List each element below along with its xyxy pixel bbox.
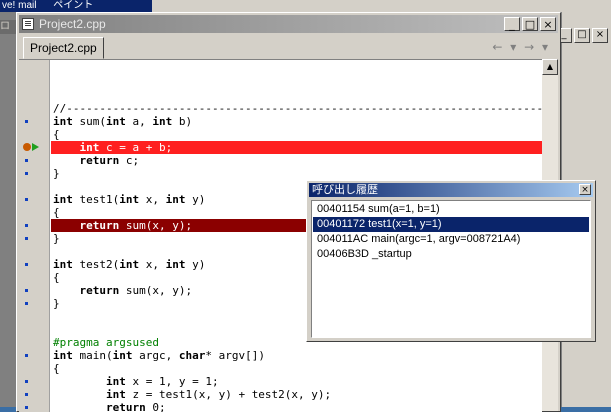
window-title: Project2.cpp — [39, 17, 106, 31]
code-line[interactable]: int x = 1, y = 1; — [51, 375, 542, 388]
keyword: int — [119, 258, 140, 271]
call-stack-frame[interactable]: 00401154 sum(a=1, b=1) — [313, 202, 589, 217]
keyword: char — [178, 349, 206, 362]
executable-line-dot-icon[interactable] — [25, 224, 28, 227]
minimize-button[interactable]: _ — [504, 17, 520, 31]
background-menu: ve! mail ペイント — [0, 0, 152, 12]
maximize-button[interactable]: □ — [522, 17, 538, 31]
executable-line-dot-icon[interactable] — [25, 380, 28, 383]
close-button[interactable]: × — [540, 17, 556, 31]
code-line[interactable]: } — [51, 167, 542, 180]
editor-gutter[interactable] — [19, 60, 50, 412]
executable-line-dot-icon[interactable] — [25, 289, 28, 292]
call-stack-list[interactable]: 00401154 sum(a=1, b=1) 00401172 test1(x=… — [311, 200, 591, 338]
keyword: int — [79, 141, 100, 154]
call-stack-titlebar[interactable]: 呼び出し履歴 × — [309, 183, 593, 197]
call-stack-frame[interactable]: 00406B3D _startup — [313, 247, 589, 262]
background-menu-item[interactable]: ve! mail — [2, 0, 36, 11]
executable-line-dot-icon[interactable] — [25, 263, 28, 266]
keyword: int — [53, 115, 73, 128]
keyword: int — [165, 193, 186, 206]
code-line[interactable]: //--------------------------------------… — [51, 102, 542, 115]
background-close-button[interactable]: × — [592, 28, 608, 43]
navigation-arrows[interactable]: ← ▾ → ▾ — [492, 40, 550, 54]
code-line[interactable]: { — [51, 362, 542, 375]
background-window-left — [0, 12, 16, 407]
scroll-up-button[interactable]: ▲ — [542, 59, 558, 75]
call-stack-close-button[interactable]: × — [579, 184, 591, 195]
keyword: int — [105, 388, 126, 401]
call-stack-frame[interactable]: 004011AC main(argc=1, argv=008721A4) — [313, 232, 589, 247]
keyword: int — [106, 115, 126, 128]
keyword: int — [152, 115, 173, 128]
code-line[interactable]: int c = a + b; — [51, 141, 542, 154]
keyword: return — [79, 219, 120, 232]
keyword: return — [79, 154, 120, 167]
executable-line-dot-icon[interactable] — [25, 120, 28, 123]
keyword: int — [112, 349, 133, 362]
call-stack-title: 呼び出し履歴 — [312, 184, 378, 196]
execution-point-arrow-icon — [32, 143, 39, 151]
executable-line-dot-icon[interactable] — [25, 354, 28, 357]
executable-line-dot-icon[interactable] — [25, 393, 28, 396]
executable-line-dot-icon[interactable] — [25, 237, 28, 240]
breakpoint-icon[interactable] — [23, 143, 31, 151]
keyword: int — [53, 193, 73, 206]
code-line[interactable]: int main(int argc, char* argv[]) — [51, 349, 542, 362]
executable-line-dot-icon[interactable] — [25, 172, 28, 175]
tab-project2-cpp[interactable]: Project2.cpp — [23, 37, 104, 59]
pragma-directive: #pragma argsused — [53, 336, 159, 349]
code-line[interactable]: int sum(int a, int b) — [51, 115, 542, 128]
keyword: int — [53, 258, 73, 271]
call-stack-frame-selected[interactable]: 00401172 test1(x=1, y=1) — [313, 217, 589, 232]
call-stack-window: 呼び出し履歴 × 00401154 sum(a=1, b=1) 00401172… — [306, 180, 596, 342]
keyword: return — [79, 284, 120, 297]
tab-bar: Project2.cpp ← ▾ → ▾ — [19, 35, 558, 59]
document-icon — [22, 18, 34, 30]
background-menu-item[interactable]: ペイント — [53, 0, 93, 11]
keyword: int — [53, 349, 73, 362]
keyword: int — [165, 258, 186, 271]
code-line[interactable]: { — [51, 128, 542, 141]
executable-line-dot-icon[interactable] — [25, 159, 28, 162]
keyword: int — [105, 375, 126, 388]
background-maximize-button[interactable]: □ — [574, 28, 590, 43]
executable-line-dot-icon[interactable] — [25, 302, 28, 305]
window-titlebar[interactable]: Project2.cpp _ □ × — [19, 15, 558, 33]
background-side-label: ログ — [0, 20, 16, 34]
executable-line-dot-icon[interactable] — [25, 406, 28, 409]
keyword: int — [119, 193, 140, 206]
code-line[interactable]: int z = test1(x, y) + test2(x, y); — [51, 388, 542, 401]
code-line[interactable]: return c; — [51, 154, 542, 167]
executable-line-dot-icon[interactable] — [25, 198, 28, 201]
